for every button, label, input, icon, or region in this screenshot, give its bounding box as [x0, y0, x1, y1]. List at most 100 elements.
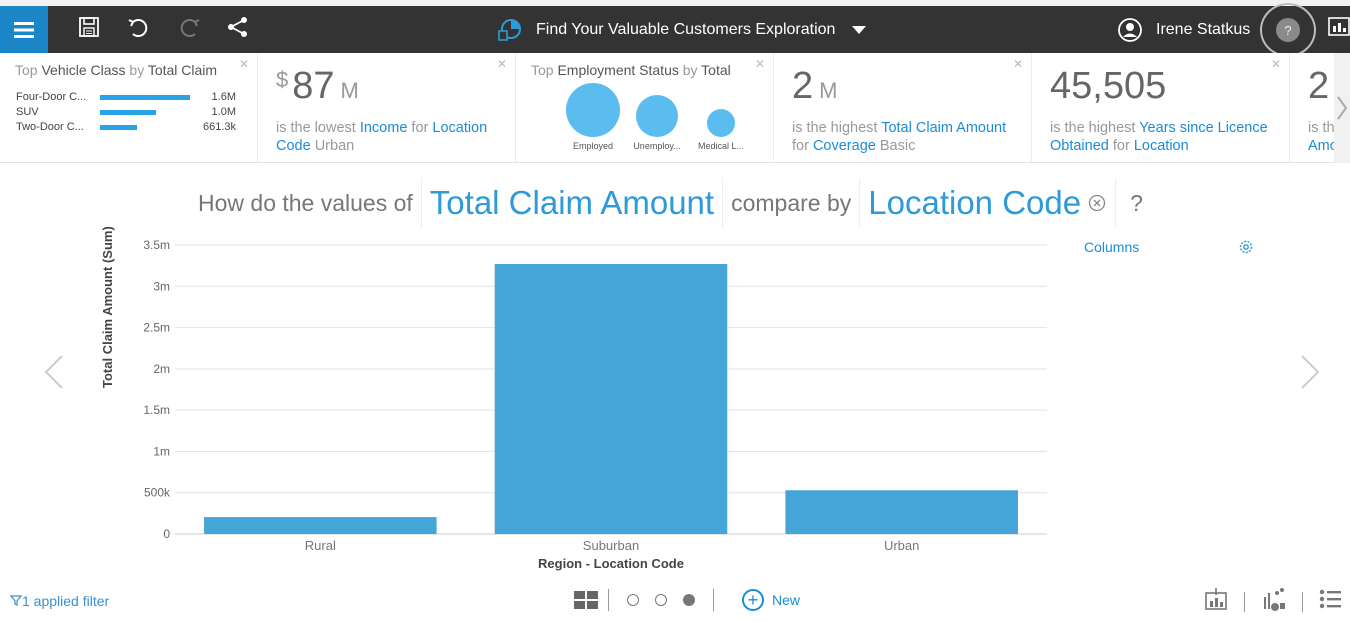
hamburger-menu-button[interactable]	[0, 6, 48, 53]
kpi-link-dimension[interactable]: Location	[1134, 138, 1189, 154]
dimension-label: Location Code	[868, 184, 1082, 221]
undo-icon	[128, 19, 148, 37]
close-card-icon[interactable]: ✕	[497, 57, 507, 71]
kpi-link-measure[interactable]: Income	[360, 120, 408, 136]
footer-navigation: + New	[574, 588, 800, 612]
insight-card-years-licence[interactable]: ✕ 45,505 is the highest Years since Lice…	[1032, 53, 1290, 163]
visualization-options-button[interactable]	[1262, 587, 1286, 616]
card-title: Top Employment Status by Total	[531, 62, 731, 78]
previous-insight-button[interactable]	[42, 352, 66, 397]
kpi-value: 2M	[792, 65, 837, 108]
card-title-mid: by	[678, 62, 702, 78]
kpi-link-dimension[interactable]: Coverage	[813, 138, 876, 154]
export-button[interactable]	[1204, 587, 1228, 616]
employment-bubble[interactable]	[636, 95, 678, 137]
card-title-mid: by	[125, 62, 148, 78]
separator	[713, 589, 714, 611]
new-insight-button[interactable]: + New	[742, 589, 800, 611]
insight-card-highest-claim[interactable]: ✕ 2M is the highest Total Claim Amount f…	[774, 53, 1032, 163]
page-dot-1[interactable]	[627, 594, 639, 606]
employment-bubble[interactable]	[707, 109, 735, 137]
share-icon	[228, 17, 247, 37]
next-insight-button[interactable]	[1298, 352, 1322, 397]
card-title-field: Employment Status	[557, 62, 679, 78]
save-button[interactable]	[78, 16, 102, 40]
user-name: Irene Statkus	[1156, 20, 1251, 38]
save-icon	[79, 17, 99, 37]
question-suffix: ?	[1130, 189, 1143, 216]
kpi-text: for	[407, 120, 433, 136]
close-card-icon[interactable]: ✕	[1013, 57, 1023, 71]
new-label: New	[772, 592, 801, 608]
bar[interactable]	[494, 263, 728, 534]
separator	[1244, 592, 1245, 612]
y-tick-label: 2m	[153, 362, 170, 376]
insight-card-employment-status[interactable]: ✕ Top Employment Status by Total Employe…	[516, 53, 774, 163]
card-bar	[100, 95, 190, 100]
share-button[interactable]	[226, 16, 250, 40]
redo-button[interactable]	[175, 16, 200, 40]
help-button[interactable]: ?	[1260, 3, 1316, 57]
card-bar-label: Four-Door C...	[16, 91, 87, 103]
chevron-right-icon	[1301, 355, 1320, 389]
card-bar-label: Two-Door C...	[16, 121, 84, 133]
plus-icon: +	[742, 589, 764, 611]
chart-type-columns-link[interactable]: Columns	[1084, 239, 1139, 255]
kpi-link-measure[interactable]: Total Claim Amount	[881, 120, 1006, 136]
insight-card-vehicle-class[interactable]: ✕ Top Vehicle Class by Total Claim Four-…	[0, 53, 258, 163]
card-bar-row[interactable]: Two-Door C... 661.3k	[16, 121, 236, 135]
cards-scroll-right-button[interactable]	[1334, 53, 1350, 163]
separator	[608, 589, 609, 611]
applied-filter-link[interactable]: 1 applied filter	[9, 593, 110, 609]
page-dot-3[interactable]	[683, 594, 695, 606]
close-card-icon[interactable]: ✕	[239, 57, 249, 71]
kpi-text: is the highest	[1050, 120, 1140, 136]
x-tick-label: Urban	[884, 538, 919, 553]
question-middle: compare by	[731, 189, 852, 216]
filter-label: 1 applied filter	[22, 593, 110, 609]
dimension-selector[interactable]: Location Code	[859, 178, 1117, 228]
y-tick-label: 1.5m	[143, 403, 170, 417]
undo-button[interactable]	[127, 16, 151, 40]
bar[interactable]	[785, 490, 1018, 534]
card-bar-row[interactable]: SUV 1.0M	[16, 106, 236, 120]
remove-dimension-icon[interactable]	[1087, 193, 1107, 213]
kpi-text: is the highest	[792, 120, 882, 136]
exploration-title-dropdown[interactable]: Find Your Valuable Customers Exploration	[496, 6, 867, 53]
user-menu[interactable]: Irene Statkus	[1118, 6, 1250, 53]
kpi-text: for	[1108, 138, 1134, 154]
bubble-label: Medical L...	[697, 141, 745, 151]
chart-options-icon	[1264, 588, 1285, 611]
kpi-description: is the highest Total Claim Amount for Co…	[792, 119, 1022, 155]
chart-settings-button[interactable]	[1238, 239, 1254, 260]
redo-icon	[180, 19, 200, 37]
employment-bubble[interactable]	[566, 83, 620, 137]
kpi-unit: M	[340, 78, 359, 103]
measure-selector[interactable]: Total Claim Amount	[420, 178, 724, 228]
card-bar-row[interactable]: Four-Door C... 1.6M	[16, 91, 236, 105]
bar[interactable]	[204, 517, 437, 534]
kpi-currency: $	[276, 67, 289, 92]
kpi-number: 45,505	[1050, 65, 1167, 107]
card-bar-label: SUV	[16, 106, 39, 118]
page-dot-2[interactable]	[655, 594, 667, 606]
close-card-icon[interactable]: ✕	[1271, 57, 1281, 71]
kpi-unit: M	[819, 78, 838, 103]
bar-chart: 0 500k 1m 1.5m 2m 2.5m 3m 3.5m Rural Suburban Urba…	[143, 238, 1047, 571]
question-prefix: How do the values of	[198, 189, 413, 216]
bubble-label: Employed	[572, 141, 614, 151]
close-card-icon[interactable]: ✕	[755, 57, 765, 71]
y-tick-label: 3.5m	[143, 238, 170, 252]
kpi-description: is the lowest Income for Location Code U…	[276, 119, 506, 155]
y-tick-label: 0	[163, 527, 170, 541]
grid-view-icon[interactable]	[574, 591, 598, 609]
y-tick-label: 500k	[144, 486, 171, 500]
list-icon	[1319, 589, 1341, 609]
hamburger-icon	[14, 21, 34, 38]
list-view-button[interactable]	[1318, 587, 1342, 616]
insight-card-lowest-income[interactable]: ✕ $87 M is the lowest Income for Location…	[258, 53, 516, 163]
dashboard-button[interactable]	[1328, 17, 1350, 41]
y-tick-label: 1m	[153, 444, 170, 458]
card-title-prefix: Top	[15, 62, 42, 78]
y-tick-label: 3m	[153, 279, 170, 293]
